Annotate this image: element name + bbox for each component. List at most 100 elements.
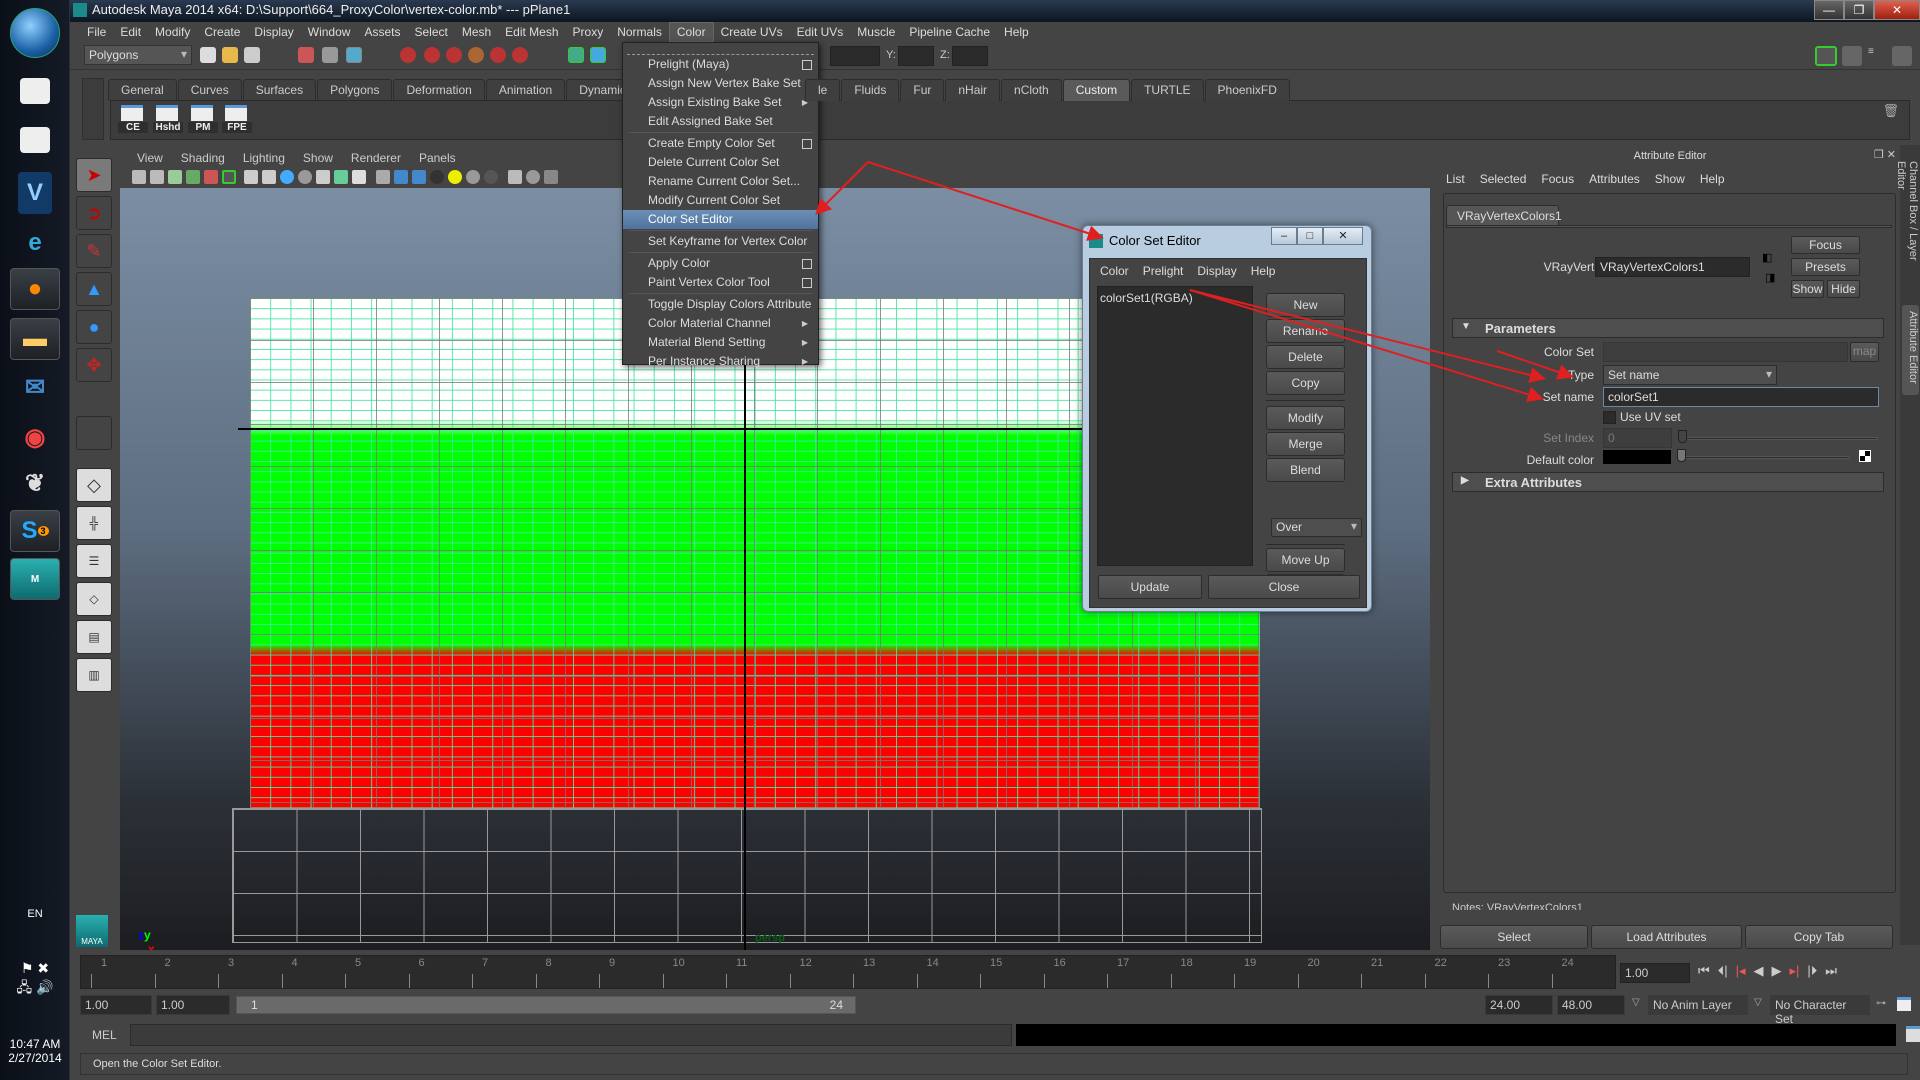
clock-date[interactable]: 2/27/2014 [0,1051,70,1065]
float-close-icons[interactable]: ❐ ✕ [1874,148,1896,161]
app-window-icon[interactable] [20,127,50,153]
section-extra-attributes[interactable]: ▶ Extra Attributes [1452,472,1884,492]
menu-display[interactable]: Display [1191,264,1244,278]
slider-handle[interactable] [1678,430,1687,443]
film-gate-icon[interactable] [262,170,276,184]
close-button[interactable]: Close [1208,575,1360,599]
update-button[interactable]: Update [1098,575,1202,599]
menu-show[interactable]: Show [1655,172,1685,186]
four-view-layout-icon[interactable]: ╬ [76,506,112,540]
safe-title-icon[interactable] [352,170,366,184]
map-button[interactable]: map [1850,342,1879,362]
snap-point-icon[interactable] [446,47,462,63]
menu-select[interactable]: Select [407,23,454,41]
menu-prelight[interactable]: Prelight [1137,264,1192,278]
menu-mesh[interactable]: Mesh [455,23,498,41]
character-set-dropdown-icon[interactable]: ▽ [1754,997,1762,1008]
blend-button[interactable]: Blend [1266,458,1345,482]
presets-button[interactable]: Presets [1791,258,1860,276]
menu-set-selector[interactable]: Polygons [84,45,192,65]
snap-live-icon[interactable] [490,47,506,63]
trash-icon[interactable]: 🗑 [1882,103,1899,119]
last-used-tool-slot[interactable] [76,416,112,450]
menu-item-color-set-editor[interactable]: Color Set Editor [623,210,818,229]
panel-menu-view[interactable]: View [128,151,172,165]
option-box-icon[interactable] [802,259,812,269]
new-button[interactable]: New [1266,293,1345,317]
playback-start-field[interactable]: 1.00 [156,995,230,1015]
safe-action-icon[interactable] [334,170,348,184]
menu-item-per-instance-sharing[interactable]: Per Instance Sharing ▶ [623,352,818,371]
slider-handle[interactable] [1677,449,1686,462]
shelf-tab-deformation[interactable]: Deformation [393,79,485,101]
language-indicator[interactable]: EN [0,908,70,920]
persp-graph-layout-icon[interactable]: ◇ [76,582,112,616]
select-hierarchy-icon[interactable] [298,47,314,63]
menu-item-apply-color[interactable]: Apply Color [623,254,818,273]
skype-icon[interactable]: S3 [10,510,60,552]
menu-attributes[interactable]: Attributes [1589,172,1640,186]
smooth-shade-icon[interactable] [394,170,408,184]
panel-menu-show[interactable]: Show [294,151,342,165]
shelf-tab-nhair[interactable]: nHair [945,79,1001,101]
file-explorer-icon[interactable]: ▬ [10,318,60,360]
select-tool-icon[interactable]: ➤ [76,158,112,192]
output-ops-icon[interactable] [590,47,606,63]
shelf-tab-fur[interactable]: Fur [900,79,945,101]
scale-tool-icon[interactable]: ✥ [76,348,112,382]
shelf-menu-handle[interactable] [82,78,104,140]
shelf-tab-custom[interactable]: Custom [1062,79,1131,101]
resolution-gate-icon[interactable] [280,170,294,184]
step-forward-key-icon[interactable]: ▸| [1790,963,1800,983]
anim-layer-dropdown-icon[interactable]: ▽ [1632,997,1640,1008]
z-field[interactable] [952,46,988,66]
play-forwards-icon[interactable]: ▶ [1772,963,1782,983]
map-texture-icon[interactable] [1859,450,1871,462]
app-window-icon[interactable] [20,78,50,104]
menu-item-delete-current-color-set[interactable]: Delete Current Color Set [623,153,818,172]
maximize-button[interactable]: □ [1297,227,1323,245]
menu-item-color-material-channel[interactable]: Color Material Channel ▶ [623,314,818,333]
color-set-item[interactable]: colorSet1(RGBA) [1100,291,1250,305]
internet-explorer-icon[interactable]: e [10,222,60,264]
shelf-tab-curves[interactable]: Curves [177,79,242,101]
load-attributes-button[interactable]: Load Attributes [1591,925,1742,949]
menu-normals[interactable]: Normals [610,23,669,41]
end-time-field[interactable]: 48.00 [1557,995,1625,1015]
menu-create-uvs[interactable]: Create UVs [714,23,790,41]
camera-attributes-icon[interactable] [150,170,164,184]
menu-display[interactable]: Display [247,23,300,41]
show-attribute-editor-icon[interactable] [1842,46,1862,66]
playback-end-field[interactable]: 24.00 [1485,995,1553,1015]
hypershade-layout-icon[interactable]: ▤ [76,620,112,654]
menu-item-edit-assigned-bake-set[interactable]: Edit Assigned Bake Set [623,112,818,131]
field-chart-icon[interactable] [316,170,330,184]
menu-modify[interactable]: Modify [148,23,197,41]
xray-joints-icon[interactable] [544,170,558,184]
menu-proxy[interactable]: Proxy [566,23,611,41]
option-box-icon[interactable] [802,139,812,149]
menu-help[interactable]: Help [1245,264,1284,278]
character-set-field[interactable]: No Character Set [1770,995,1870,1026]
default-color-slider[interactable] [1680,456,1850,459]
toggle-modeling-toolkit-icon[interactable] [1815,46,1837,66]
shelf-button-hshd[interactable]: Hshd [153,105,183,135]
delete-button[interactable]: Delete [1266,345,1345,369]
modify-button[interactable]: Modify [1266,406,1345,430]
go-to-end-icon[interactable]: ⏭ [1825,963,1837,983]
shelf-button-ce[interactable]: CE [118,105,148,135]
menu-edit-uvs[interactable]: Edit UVs [790,23,851,41]
shadows-icon[interactable] [466,170,480,184]
high-quality-icon[interactable] [484,170,498,184]
menu-item-set-keyframe-for-vertex-color[interactable]: Set Keyframe for Vertex Color [623,232,818,251]
rotate-tool-icon[interactable]: ● [76,310,112,344]
type-dropdown[interactable]: Set name ▾ [1603,365,1777,385]
bookmarks-icon[interactable] [168,170,182,184]
select-component-icon[interactable] [346,47,362,63]
menu-selected[interactable]: Selected [1480,172,1527,186]
xray-icon[interactable] [526,170,540,184]
step-back-frame-icon[interactable]: ⏴| [1718,963,1728,983]
menu-item-assign-existing-bake-set[interactable]: Assign Existing Bake Set ▶ [623,93,818,112]
lasso-tool-icon[interactable]: ➲ [76,196,112,230]
move-tool-icon[interactable]: ▲ [76,272,112,306]
